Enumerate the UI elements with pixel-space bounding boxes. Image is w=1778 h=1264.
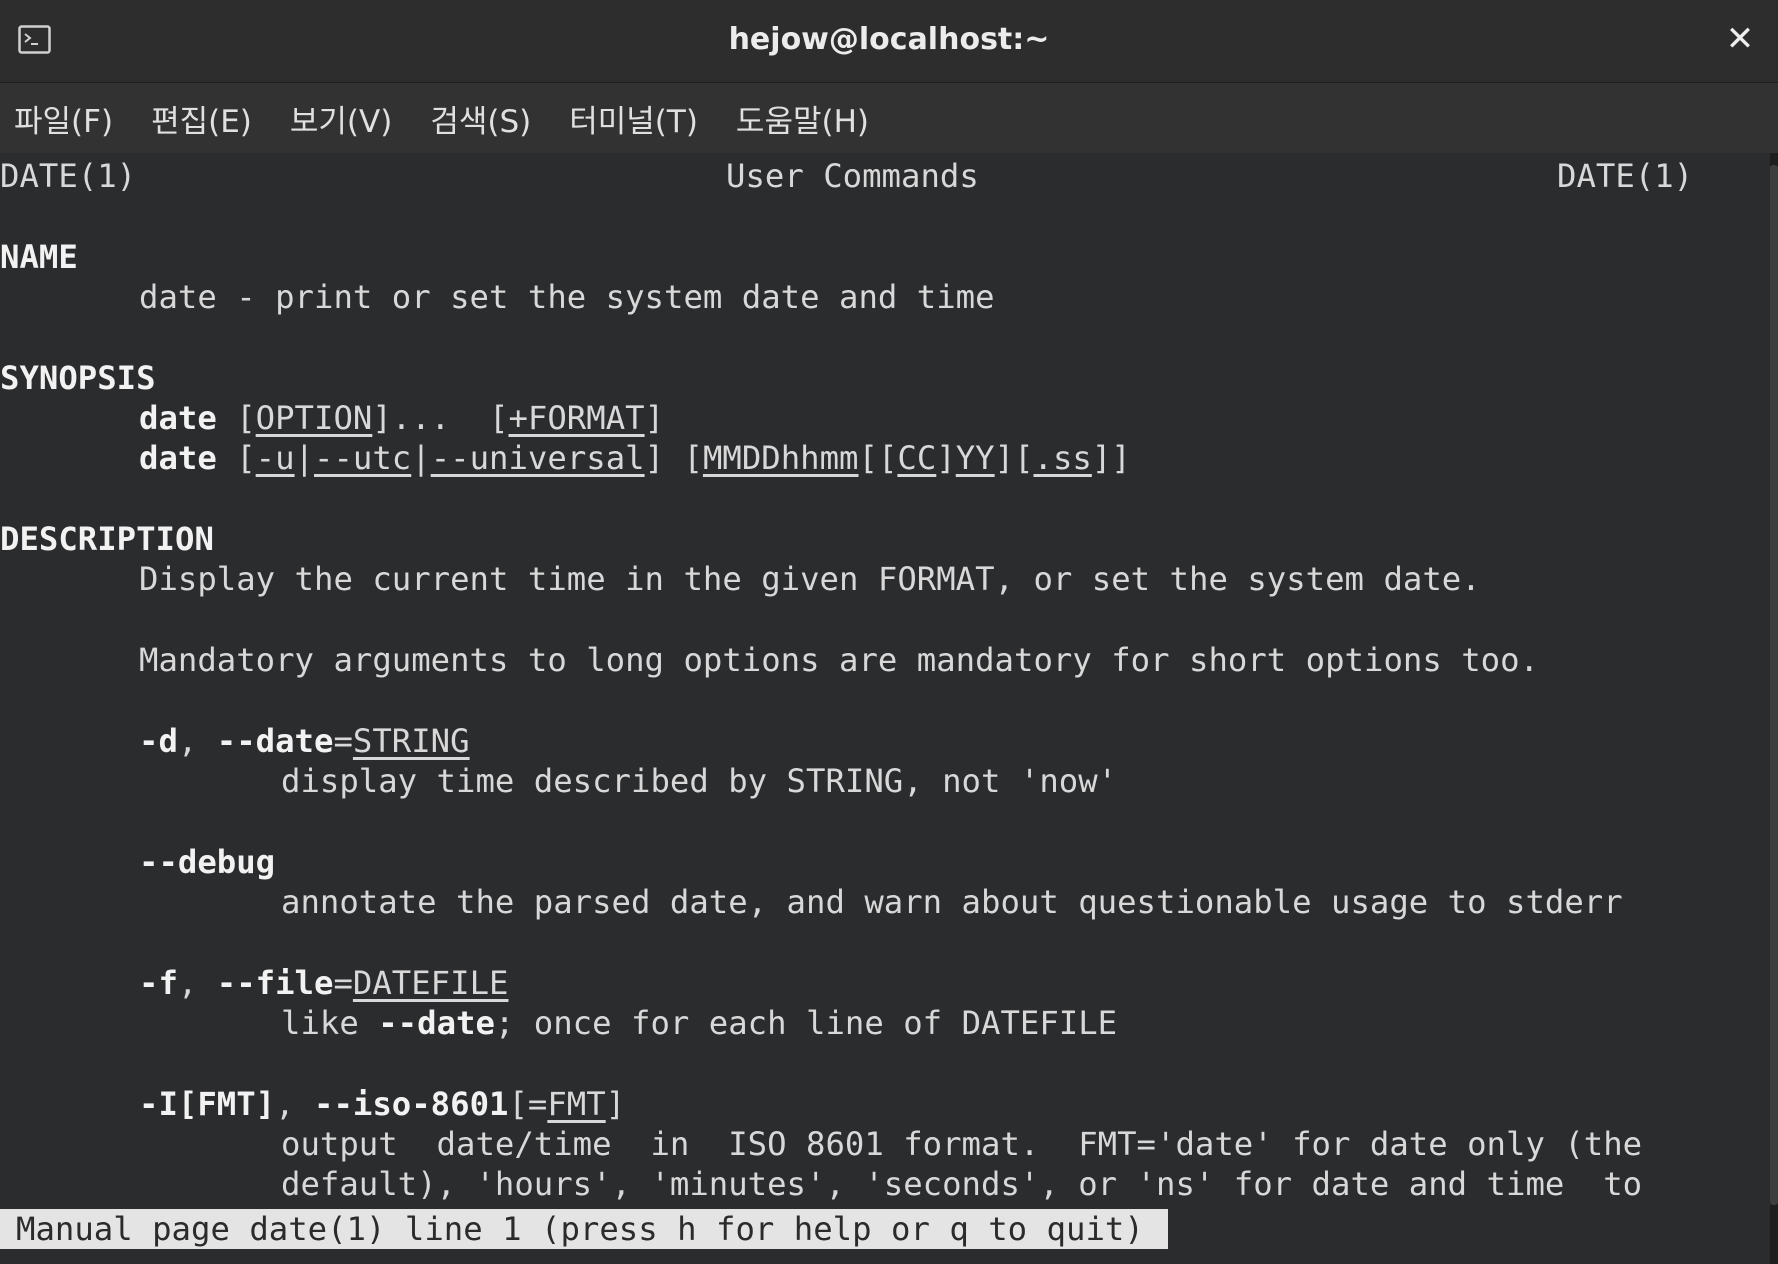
opt-d-comma: , — [177, 722, 217, 760]
close-icon[interactable]: ✕ — [1726, 19, 1755, 59]
syn2-yy: YY — [955, 439, 995, 477]
opt-i-long: --iso-8601 — [314, 1085, 509, 1123]
man-header-right: DATE(1) — [1557, 157, 1694, 195]
menu-edit[interactable]: 편집(E) — [151, 96, 252, 141]
syn2-mmddhhmm: MMDDhhmm — [702, 439, 859, 477]
syn1-format: +FORMAT — [508, 399, 645, 437]
opt-i-comma: , — [275, 1085, 315, 1123]
opt-d-eq: = — [333, 722, 353, 760]
option-iso: -I[FMT], --iso-8601[=FMT] — [139, 1084, 625, 1124]
opt-d-short: -d — [139, 722, 178, 760]
opt-d-arg: STRING — [352, 722, 470, 760]
option-debug-desc: annotate the parsed date, and warn about… — [281, 883, 1623, 921]
menu-search[interactable]: 검색(S) — [430, 96, 531, 141]
option-date: -d, --date=STRING — [139, 721, 470, 761]
option-iso-desc-2: default), 'hours', 'minutes', 'seconds',… — [281, 1165, 1643, 1203]
syn2-p3: [[ — [858, 439, 898, 477]
option-file: -f, --file=DATEFILE — [139, 963, 508, 1003]
opt-f-eq: = — [333, 964, 353, 1002]
syn2-p5: ][ — [994, 439, 1034, 477]
menu-bar: 파일(F) 편집(E) 보기(V) 검색(S) 터미널(T) 도움말(H) — [0, 83, 1778, 153]
man-header-center: User Commands — [726, 157, 979, 195]
pager-status-line: Manual page date(1) line 1 (press h for … — [0, 1209, 1168, 1249]
syn2-sep2: | — [411, 439, 431, 477]
pager-status-text: Manual page date(1) line 1 (press h for … — [16, 1210, 1144, 1248]
syn2-ss: .ss — [1033, 439, 1092, 477]
synopsis-line-2: date [-u|--utc|--universal] [MMDDhhmm[[C… — [139, 438, 1131, 478]
man-header-left: DATE(1) — [0, 157, 137, 195]
syn2-utc: --utc — [314, 439, 412, 477]
syn2-p4: ] — [936, 439, 956, 477]
menu-help[interactable]: 도움말(H) — [736, 96, 869, 141]
opt-d-long: --date — [216, 722, 334, 760]
menu-terminal[interactable]: 터미널(T) — [569, 96, 698, 141]
syn1-p1: [ — [216, 399, 256, 437]
opt-i-short: -I[FMT] — [139, 1085, 276, 1123]
syn2-u: -u — [255, 439, 295, 477]
syn2-sep1: | — [294, 439, 315, 477]
syn2-p2: ] [ — [644, 439, 703, 477]
description-line-2: Mandatory arguments to long options are … — [139, 641, 1539, 679]
synopsis-line-1: date [OPTION]... [+FORMAT] — [139, 398, 664, 438]
title-bar: hejow@localhost:~ ✕ — [0, 0, 1778, 83]
name-line: date - print or set the system date and … — [139, 278, 995, 316]
opt-f-arg: DATEFILE — [352, 964, 509, 1002]
opt-i-p2: ] — [605, 1085, 626, 1123]
scrollbar-thumb[interactable] — [1770, 165, 1778, 1205]
option-date-desc: display time described by STRING, not 'n… — [281, 762, 1118, 800]
syn2-p1: [ — [216, 439, 256, 477]
syn1-p3: ] — [644, 399, 665, 437]
syn2-cmd: date — [139, 439, 217, 477]
window-title: hejow@localhost:~ — [728, 22, 1050, 57]
syn2-universal: --universal — [430, 439, 645, 477]
opt-f-comma: , — [177, 964, 217, 1002]
syn2-p6: ]] — [1091, 439, 1131, 477]
opt-f-desc-pre: like — [281, 1004, 379, 1042]
option-file-desc: like --date; once for each line of DATEF… — [281, 1003, 1117, 1043]
menu-view[interactable]: 보기(V) — [290, 96, 392, 141]
option-debug: --debug — [139, 843, 276, 881]
opt-f-short: -f — [139, 964, 178, 1002]
opt-f-long: --file — [216, 964, 334, 1002]
opt-f-desc-post: ; once for each line of DATEFILE — [494, 1004, 1118, 1042]
close-button[interactable]: ✕ — [1720, 18, 1760, 60]
synopsis-heading: SYNOPSIS — [0, 359, 156, 397]
syn1-p2: ]... [ — [372, 399, 509, 437]
opt-f-desc-bold: --date — [378, 1004, 495, 1042]
name-heading: NAME — [0, 238, 78, 276]
scrollbar[interactable] — [1770, 153, 1778, 1264]
opt-i-p1: [= — [508, 1085, 548, 1123]
option-iso-desc-1: output date/time in ISO 8601 format. FMT… — [281, 1125, 1643, 1163]
syn1-option: OPTION — [255, 399, 373, 437]
syn1-cmd: date — [139, 399, 217, 437]
syn2-cc: CC — [897, 439, 937, 477]
description-line-1: Display the current time in the given FO… — [139, 560, 1481, 598]
opt-i-arg: FMT — [547, 1085, 606, 1123]
description-heading: DESCRIPTION — [0, 520, 214, 558]
menu-file[interactable]: 파일(F) — [14, 96, 113, 141]
